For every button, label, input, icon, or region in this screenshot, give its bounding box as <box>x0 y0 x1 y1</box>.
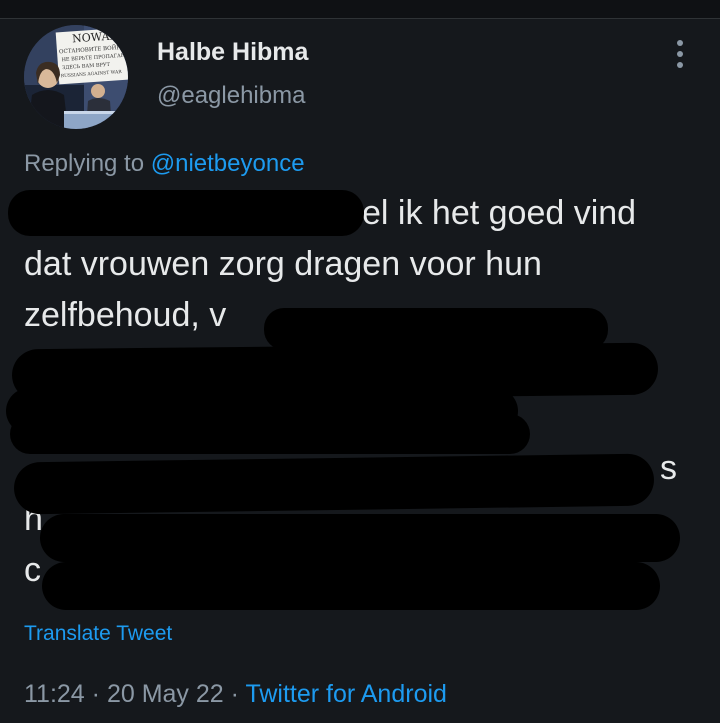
redaction-mark <box>10 414 530 454</box>
replying-prefix: Replying to <box>24 150 151 177</box>
tweet-source-link[interactable]: Twitter for Android <box>245 680 446 708</box>
tweet-line-text: s <box>660 449 677 487</box>
display-name[interactable]: Halbe Hibma <box>157 38 308 67</box>
user-handle[interactable]: @eaglehibma <box>157 82 305 110</box>
tweet-meta: 11:24 · 20 May 22 · Twitter for Android <box>24 680 447 709</box>
tweet-line-text: el ik het goed vind <box>362 194 637 232</box>
tweet-line-text: c <box>24 551 41 589</box>
redaction-mark <box>40 514 680 562</box>
meta-separator: · <box>223 680 246 708</box>
replying-to: Replying to @nietbeyonce <box>24 150 305 178</box>
tweet-date[interactable]: 20 May 22 <box>107 680 224 708</box>
redaction-mark <box>42 562 660 610</box>
redaction-mark <box>13 453 655 515</box>
tweet-line-text: zelfbehoud, v <box>24 296 227 334</box>
avatar-image: NOWAR ОСТАНОВИТЕ ВОЙНУ НЕ ВЕРЬТЕ ПРОПАГА… <box>24 25 128 129</box>
tweet-time[interactable]: 11:24 <box>24 680 85 708</box>
translate-tweet-link[interactable]: Translate Tweet <box>24 622 172 646</box>
more-vertical-icon <box>677 40 683 68</box>
reply-mention-link[interactable]: @nietbeyonce <box>151 150 305 177</box>
meta-separator: · <box>84 680 107 708</box>
top-divider <box>0 0 720 19</box>
redaction-mark <box>8 190 364 236</box>
avatar[interactable]: NOWAR ОСТАНОВИТЕ ВОЙНУ НЕ ВЕРЬТЕ ПРОПАГА… <box>24 25 128 129</box>
tweet-line: dat vrouwen zorg dragen voor hun <box>24 239 704 290</box>
more-options-button[interactable] <box>662 34 698 74</box>
tweet-line-text: dat vrouwen zorg dragen voor hun <box>24 245 542 283</box>
